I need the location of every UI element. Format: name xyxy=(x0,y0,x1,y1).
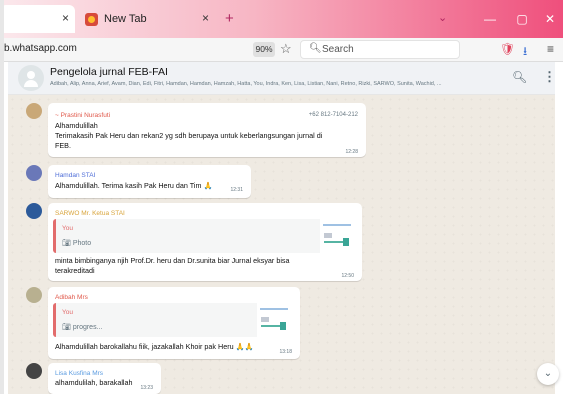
search-placeholder: Search xyxy=(322,44,354,55)
camera-icon: 📷︎ xyxy=(62,240,73,247)
quoted-text: 📷︎ progres... xyxy=(62,323,102,331)
message-line: Terimakasih Pak Heru dan rekan2 yg sdh b… xyxy=(55,131,323,140)
quoted-caption: Photo xyxy=(72,240,92,247)
download-icon[interactable]: ⭳ xyxy=(523,42,527,63)
message-text: Alhamdulillah barokallahu fiik, jazakall… xyxy=(55,342,253,352)
avatar[interactable] xyxy=(26,165,42,181)
message-text: Alhamdulillah. Terima kasih Pak Heru dan… xyxy=(55,181,212,191)
close-tab-icon[interactable]: × xyxy=(62,11,69,25)
quoted-message[interactable]: You 📷︎ Photo xyxy=(53,219,356,253)
camera-icon: 📷︎ xyxy=(62,324,73,331)
message-time: 12:31 xyxy=(230,187,243,193)
message-line: FEB. xyxy=(55,141,71,150)
message-bubble[interactable]: Lisa Kusfina Mrs alhamdulilah, barakalla… xyxy=(48,363,161,394)
message-bubble[interactable]: SARWO Mr. Ketua STAI You 📷︎ Photo minta … xyxy=(48,203,362,281)
message-bubble[interactable]: Hamdan STAI Alhamdulillah. Terima kasih … xyxy=(48,165,251,198)
close-tab-icon[interactable]: × xyxy=(202,11,209,25)
avatar[interactable] xyxy=(26,287,42,303)
browser-search-box[interactable]: 🔍︎ Search xyxy=(300,40,460,59)
message-sender-phone: +62 812-7104-212 xyxy=(308,112,358,118)
message-text: alhamdulilah, barakallah xyxy=(55,378,133,388)
avatar[interactable] xyxy=(26,363,42,379)
message-sender[interactable]: Hamdan STAI xyxy=(55,172,95,179)
message-line: Alhamdulillah. Terima kasih Pak Heru dan… xyxy=(55,181,213,190)
avatar[interactable] xyxy=(26,203,42,219)
more-options-icon[interactable]: ⋮ xyxy=(543,69,556,85)
quoted-caption: progres... xyxy=(72,324,103,331)
message-line: Alhamdulillah barokallahu fiik, jazakall… xyxy=(55,342,254,351)
hamburger-menu-icon[interactable]: ≡ xyxy=(547,42,554,56)
message-line: minta bimbinganya njih Prof.Dr. heru dan… xyxy=(55,256,290,265)
browser-tab-whatsapp[interactable]: × xyxy=(0,5,75,33)
window-minimize-button[interactable]: — xyxy=(475,0,505,38)
group-avatar-icon[interactable] xyxy=(18,65,44,91)
list-all-tabs-icon[interactable]: ⌄ xyxy=(438,11,447,24)
browser-nav-bar: b.whatsapp.com 90% ☆ 🔍︎ Search 🛡︎ ⭳ ≡ xyxy=(0,38,563,62)
window-close-button[interactable]: ✕ xyxy=(535,0,563,38)
quoted-sender: You xyxy=(62,225,73,232)
message-time: 13:18 xyxy=(279,349,292,355)
zoom-level-button[interactable]: 90% xyxy=(253,42,275,57)
message-time: 12:28 xyxy=(345,149,358,155)
message-time: 13:23 xyxy=(140,385,153,391)
message-line: Alhamdulillah xyxy=(55,121,98,130)
message-text: minta bimbinganya njih Prof.Dr. heru dan… xyxy=(55,256,290,276)
sidebar-edge xyxy=(0,0,4,394)
message-sender[interactable]: Adibah Mrs xyxy=(55,294,88,301)
scroll-to-bottom-button[interactable]: ⌄ xyxy=(537,363,559,385)
new-tab-favicon-icon xyxy=(85,12,98,26)
search-icon: 🔍︎ xyxy=(309,43,322,54)
url-text: b.whatsapp.com xyxy=(4,43,77,54)
group-members-list: Adibah, Alip, Anna, Arief, Avam, Dian, E… xyxy=(50,81,442,87)
avatar[interactable] xyxy=(26,103,42,119)
chat-messages-pane[interactable]: ~ Prastini Nurasfuti +62 812-7104-212 Al… xyxy=(8,95,555,394)
message-line: alhamdulilah, barakallah xyxy=(55,378,133,387)
chat-header[interactable]: Pengelola jurnal FEB-FAI Adibah, Alip, A… xyxy=(8,62,556,95)
browser-tab-strip: × New Tab × + ⌄ — ▢ ✕ xyxy=(0,0,563,38)
message-time: 12:50 xyxy=(341,273,354,279)
group-name: Pengelola jurnal FEB-FAI xyxy=(50,66,168,78)
message-sender[interactable]: Lisa Kusfina Mrs xyxy=(55,370,103,377)
message-sender[interactable]: SARWO Mr. Ketua STAI xyxy=(55,210,125,217)
message-text: Alhamdulillah Terimakasih Pak Heru dan r… xyxy=(55,121,322,151)
quoted-text: 📷︎ Photo xyxy=(62,239,91,247)
quoted-sender: You xyxy=(62,309,73,316)
quoted-photo-thumbnail xyxy=(257,303,293,337)
message-sender[interactable]: ~ Prastini Nurasfuti xyxy=(55,112,110,119)
browser-tab-new-tab[interactable]: New Tab × xyxy=(79,5,219,33)
message-bubble[interactable]: Adibah Mrs You 📷︎ progres... Alhamdulill… xyxy=(48,287,300,359)
star-icon[interactable]: ☆ xyxy=(280,41,292,57)
url-field[interactable]: b.whatsapp.com xyxy=(4,43,77,54)
search-messages-icon[interactable]: 🔍︎ xyxy=(512,70,527,84)
tab-label: New Tab xyxy=(104,13,147,25)
pocket-icon[interactable]: 🛡︎ xyxy=(500,42,515,56)
quoted-message[interactable]: You 📷︎ progres... xyxy=(53,303,293,337)
new-tab-plus-icon[interactable]: + xyxy=(225,10,234,27)
window-maximize-button[interactable]: ▢ xyxy=(507,0,537,38)
quoted-photo-thumbnail xyxy=(320,219,356,253)
message-line: terakreditadi xyxy=(55,266,95,275)
message-bubble[interactable]: ~ Prastini Nurasfuti +62 812-7104-212 Al… xyxy=(48,103,366,157)
